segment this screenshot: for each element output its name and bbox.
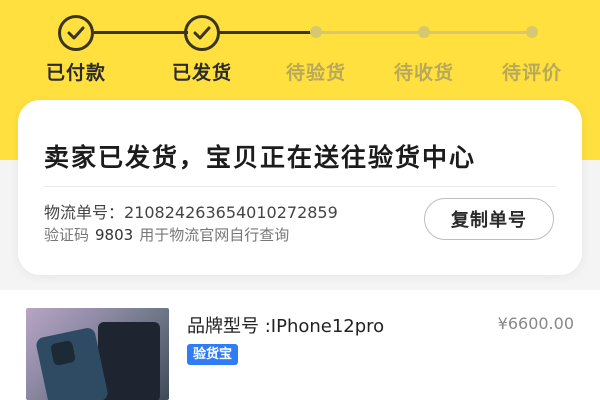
step-label-paid: 已付款 <box>45 62 106 84</box>
tracking-row: 物流单号：21082426365401027285​9 <box>44 199 338 223</box>
product-image[interactable] <box>26 308 169 400</box>
copy-tracking-button[interactable]: 复制单号 <box>424 198 554 240</box>
inspection-badge: 验货宝 <box>187 344 239 365</box>
step-label-shipped: 已发货 <box>171 62 232 84</box>
verify-row: 验证码 9803 用于物流官网自行查询 <box>44 224 289 245</box>
progress-line-pending <box>320 31 418 34</box>
step-inspect-dot-icon <box>310 26 322 38</box>
tracking-label: 物流单号： <box>44 203 125 222</box>
progress-line-current <box>219 31 311 34</box>
camera-graphic <box>49 339 77 367</box>
step-paid-check-icon <box>58 15 94 51</box>
tracking-number: 21082426365401027285​9 <box>124 203 338 222</box>
phone-box-graphic <box>98 322 160 400</box>
shipping-status-card: 卖家已发货，宝贝正在送往验货中心 物流单号：210824263654010272… <box>18 100 582 275</box>
step-label-receive: 待收货 <box>393 62 454 84</box>
product-title: 品牌型号 :IPhone12pro <box>187 316 385 337</box>
divider <box>44 186 556 187</box>
product-item[interactable]: 品牌型号 :IPhone12pro ¥6600.00 验货宝 <box>0 290 600 400</box>
product-price: ¥6600.00 <box>497 314 574 333</box>
verify-hint: 用于物流官网自行查询 <box>139 226 290 244</box>
progress-line-pending <box>428 31 526 34</box>
status-title: 卖家已发货，宝贝正在送往验货中心 <box>44 143 477 172</box>
step-review-dot-icon <box>526 26 538 38</box>
verify-code: 9803 <box>95 226 134 244</box>
verify-label: 验证码 <box>44 226 90 244</box>
step-label-inspect: 待验货 <box>285 62 346 84</box>
step-shipped-check-icon <box>184 15 220 51</box>
step-receive-dot-icon <box>418 26 430 38</box>
order-progress: 已付款 已发货 待验货 待收货 待评价 <box>0 0 600 95</box>
progress-line-done <box>94 31 188 34</box>
step-label-review: 待评价 <box>501 62 562 84</box>
